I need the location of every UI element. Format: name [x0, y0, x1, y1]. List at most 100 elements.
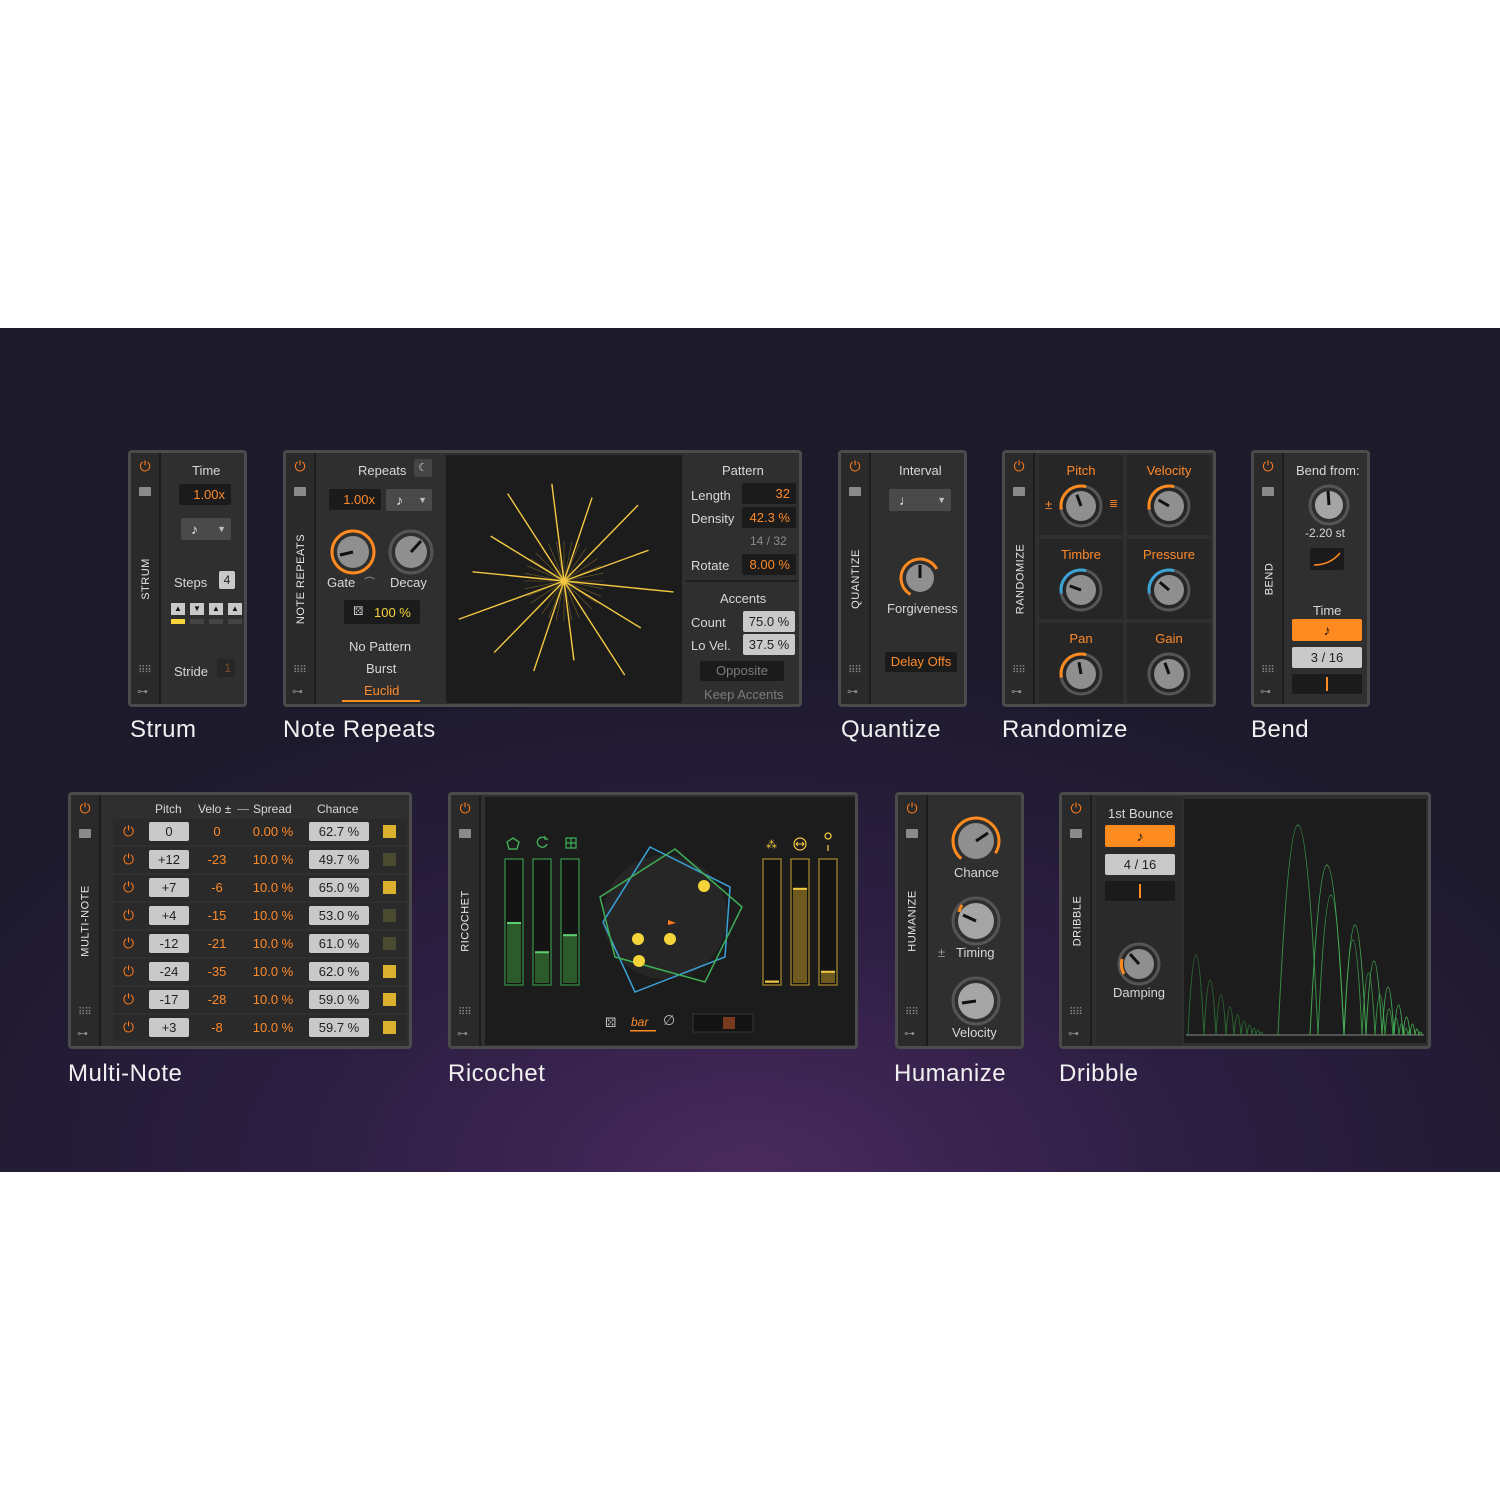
velo-value[interactable]: -8 — [197, 1020, 237, 1035]
chance-box[interactable]: ⚄ 100 % — [344, 600, 420, 624]
step-up-arrow[interactable]: ▲ — [209, 603, 223, 615]
chance-value[interactable]: 53.0 % — [309, 906, 369, 925]
grid-icon[interactable]: ⠿⠿ — [1069, 1008, 1083, 1018]
chance-value[interactable]: 65.0 % — [309, 878, 369, 897]
mode-euclid[interactable]: Euclid — [364, 683, 399, 698]
row-power-icon[interactable]: ⏻ — [123, 935, 134, 952]
grid-icon[interactable]: ⠿⠿ — [293, 666, 307, 676]
key-icon[interactable]: ⊶ — [77, 1028, 88, 1040]
chance-value[interactable]: 62.7 % — [309, 822, 369, 841]
key-icon[interactable]: ⊶ — [847, 686, 858, 698]
steps-value[interactable]: 4 — [219, 571, 235, 589]
bar-label[interactable]: bar — [631, 1015, 648, 1029]
grid-icon[interactable]: ⠿⠿ — [848, 666, 862, 676]
pitch-pm-icon[interactable]: ± — [1045, 497, 1052, 512]
spread-value[interactable]: 10.0 % — [243, 964, 303, 979]
gate-knob[interactable] — [329, 528, 377, 576]
row-indicator[interactable] — [383, 965, 396, 978]
keep-accents-label[interactable]: Keep Accents — [704, 687, 784, 702]
pitch-value[interactable]: 0 — [149, 822, 189, 841]
pan-knob[interactable] — [1058, 651, 1104, 697]
pitch-value[interactable]: -12 — [149, 934, 189, 953]
gate-curve-icon[interactable]: ⌒ — [364, 574, 375, 590]
bend-note-button[interactable]: ♪ — [1292, 619, 1362, 641]
row-power-icon[interactable]: ⏻ — [123, 823, 134, 840]
grid-icon[interactable]: ⠿⠿ — [905, 1008, 919, 1018]
chance-value[interactable]: 61.0 % — [309, 934, 369, 953]
velo-value[interactable]: 0 — [197, 824, 237, 839]
pressure-knob[interactable] — [1146, 567, 1192, 613]
spread-value[interactable]: 10.0 % — [243, 908, 303, 923]
row-power-icon[interactable]: ⏻ — [123, 879, 134, 896]
row-power-icon[interactable]: ⏻ — [123, 991, 134, 1008]
velo-value[interactable]: -15 — [197, 908, 237, 923]
time-value[interactable]: 1.00x — [179, 484, 231, 505]
length-value[interactable]: 32 — [742, 483, 796, 504]
repeats-note-dropdown[interactable]: ♪ ▼ — [386, 489, 432, 511]
spread-value[interactable]: 0.00 % — [243, 824, 303, 839]
velocity-knob[interactable] — [1146, 483, 1192, 529]
bounce-fraction[interactable]: 4 / 16 — [1105, 854, 1175, 875]
damping-knob[interactable] — [1116, 941, 1162, 987]
key-icon[interactable]: ⊶ — [1011, 686, 1022, 698]
stride-value[interactable]: 1 — [217, 659, 235, 677]
key-icon[interactable]: ⊶ — [1260, 686, 1271, 698]
grid-icon[interactable]: ⠿⠿ — [138, 666, 152, 676]
key-icon[interactable]: ⊶ — [137, 686, 148, 698]
velo-value[interactable]: -21 — [197, 936, 237, 951]
row-power-icon[interactable]: ⏻ — [123, 851, 134, 868]
bounce-slider[interactable] — [1105, 881, 1175, 901]
pitch-value[interactable]: +7 — [149, 878, 189, 897]
row-indicator[interactable] — [383, 937, 396, 950]
timbre-knob[interactable] — [1058, 567, 1104, 613]
pitch-value[interactable]: -24 — [149, 962, 189, 981]
pitch-value[interactable]: +12 — [149, 850, 189, 869]
empty-set-icon[interactable]: ∅ — [663, 1012, 675, 1029]
row-indicator[interactable] — [383, 881, 396, 894]
forgiveness-knob[interactable] — [898, 556, 942, 600]
chance-value[interactable]: 49.7 % — [309, 850, 369, 869]
bend-fraction[interactable]: 3 / 16 — [1292, 647, 1362, 668]
time-note-dropdown[interactable]: ♪ ▼ — [181, 518, 231, 540]
key-icon[interactable]: ⊶ — [457, 1028, 468, 1040]
pitch-knob[interactable] — [1058, 483, 1104, 529]
grid-icon[interactable]: ⠿⠿ — [78, 1008, 92, 1018]
velo-value[interactable]: -6 — [197, 880, 237, 895]
bend-slider[interactable] — [1292, 674, 1362, 694]
spread-value[interactable]: 10.0 % — [243, 1020, 303, 1035]
spread-value[interactable]: 10.0 % — [243, 852, 303, 867]
grid-icon[interactable]: ⠿⠿ — [458, 1008, 472, 1018]
row-power-icon[interactable]: ⏻ — [123, 963, 134, 980]
chance-knob[interactable] — [950, 815, 1002, 867]
delay-offs-button[interactable]: Delay Offs — [885, 652, 957, 672]
velo-value[interactable]: -23 — [197, 852, 237, 867]
row-power-icon[interactable]: ⏻ — [123, 1019, 134, 1036]
moon-icon[interactable]: ☾ — [414, 459, 432, 477]
timing-knob[interactable] — [950, 895, 1002, 947]
gain-knob[interactable] — [1146, 651, 1192, 697]
spread-value[interactable]: 10.0 % — [243, 936, 303, 951]
velo-value[interactable]: -35 — [197, 964, 237, 979]
row-indicator[interactable] — [383, 825, 396, 838]
pitch-value[interactable]: +3 — [149, 1018, 189, 1037]
repeats-value[interactable]: 1.00x — [329, 489, 381, 510]
key-icon[interactable]: ⊶ — [904, 1028, 915, 1040]
bend-knob[interactable] — [1307, 483, 1351, 527]
key-icon[interactable]: ⊶ — [1068, 1028, 1079, 1040]
pitch-value[interactable]: +4 — [149, 906, 189, 925]
pitch-value[interactable]: -17 — [149, 990, 189, 1009]
step-up-arrow[interactable]: ▲ — [171, 603, 185, 615]
row-power-icon[interactable]: ⏻ — [123, 907, 134, 924]
mode-no-pattern[interactable]: No Pattern — [349, 639, 411, 654]
timing-pm[interactable]: ± — [938, 945, 945, 960]
mode-burst[interactable]: Burst — [366, 661, 396, 676]
velo-value[interactable]: -28 — [197, 992, 237, 1007]
grid-icon[interactable]: ⠿⠿ — [1012, 666, 1026, 676]
bounce-note-button[interactable]: ♪ — [1105, 825, 1175, 847]
chance-value[interactable]: 59.7 % — [309, 1018, 369, 1037]
row-indicator[interactable] — [383, 909, 396, 922]
decay-knob[interactable] — [387, 528, 435, 576]
velocity-knob[interactable] — [950, 975, 1002, 1027]
density-value[interactable]: 42.3 % — [742, 507, 796, 528]
step-up-arrow[interactable]: ▲ — [228, 603, 242, 615]
